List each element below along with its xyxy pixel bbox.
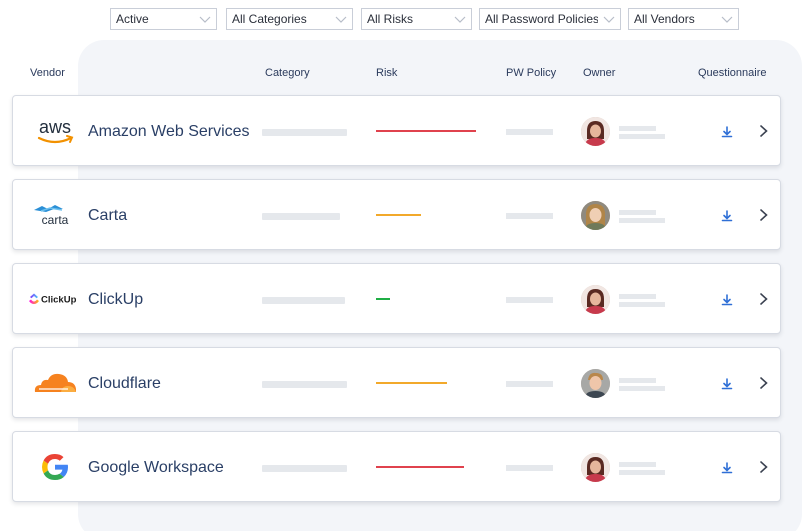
chevron-down-icon [716, 9, 738, 29]
pw-policy-placeholder [506, 465, 553, 471]
owner-detail-placeholder [619, 134, 665, 139]
vendors-filter[interactable]: All Vendors [628, 8, 739, 30]
owner-detail-placeholder [619, 470, 665, 475]
vendor-name[interactable]: Carta [88, 180, 127, 251]
owner-name-placeholder [619, 462, 656, 467]
vendor-name[interactable]: Cloudflare [88, 348, 161, 419]
aws-logo-text: aws [39, 117, 71, 137]
vendor-name[interactable]: ClickUp [88, 264, 143, 335]
category-filter-label: All Categories [232, 12, 307, 26]
owner-detail-placeholder [619, 386, 665, 391]
vendor-row-carta[interactable]: carta Carta [12, 179, 781, 250]
cloudflare-logo [23, 360, 87, 406]
category-placeholder [262, 381, 347, 388]
chevron-down-icon [449, 9, 471, 29]
column-header-vendor[interactable]: Vendor [30, 67, 65, 79]
google-logo [23, 444, 87, 490]
risk-indicator [376, 214, 421, 216]
chevron-down-icon [330, 9, 352, 29]
owner-detail-placeholder [619, 218, 665, 223]
risk-indicator [376, 382, 447, 384]
column-header-risk[interactable]: Risk [376, 67, 397, 79]
vendor-name[interactable]: Google Workspace [88, 432, 224, 503]
owner-detail-placeholder [619, 302, 665, 307]
owner-name-placeholder [619, 378, 656, 383]
pw-policy-placeholder [506, 297, 553, 303]
chevron-right-icon[interactable] [757, 374, 771, 392]
category-placeholder [262, 297, 345, 304]
pw-policy-placeholder [506, 381, 553, 387]
download-icon[interactable] [719, 124, 735, 140]
risk-indicator [376, 298, 390, 300]
vendor-row-cloudflare[interactable]: Cloudflare [12, 347, 781, 418]
clickup-logo: ClickUp [23, 276, 87, 322]
filter-bar: Active All Categories All Risks All Pass… [0, 8, 802, 30]
pw-policy-placeholder [506, 213, 553, 219]
vendor-row-aws[interactable]: aws Amazon Web Services [12, 95, 781, 166]
download-icon[interactable] [719, 460, 735, 476]
chevron-down-icon [598, 9, 620, 29]
category-placeholder [262, 213, 340, 220]
category-filter[interactable]: All Categories [226, 8, 353, 30]
category-placeholder [262, 465, 347, 472]
clickup-logo-text: ClickUp [41, 295, 77, 306]
chevron-down-icon [194, 9, 216, 29]
pw-policy-placeholder [506, 129, 553, 135]
owner-name-placeholder [619, 126, 656, 131]
download-icon[interactable] [719, 292, 735, 308]
status-filter-label: Active [116, 12, 149, 26]
chevron-right-icon[interactable] [757, 122, 771, 140]
owner-avatar [581, 117, 610, 146]
owner-name-placeholder [619, 294, 656, 299]
carta-logo-text: carta [42, 213, 69, 227]
carta-logo: carta [23, 192, 87, 238]
category-placeholder [262, 129, 347, 136]
password-policy-filter-label: All Password Policies [485, 12, 598, 26]
risk-filter[interactable]: All Risks [361, 8, 472, 30]
password-policy-filter[interactable]: All Password Policies [479, 8, 621, 30]
owner-avatar [581, 201, 610, 230]
risk-indicator [376, 466, 464, 468]
risk-filter-label: All Risks [367, 12, 414, 26]
chevron-right-icon[interactable] [757, 206, 771, 224]
vendor-name[interactable]: Amazon Web Services [88, 96, 250, 167]
aws-logo: aws [23, 108, 87, 154]
download-icon[interactable] [719, 208, 735, 224]
column-header-questionnaire[interactable]: Questionnaire [698, 67, 767, 79]
status-filter[interactable]: Active [110, 8, 217, 30]
owner-name-placeholder [619, 210, 656, 215]
owner-avatar [581, 285, 610, 314]
column-header-category[interactable]: Category [265, 67, 310, 79]
column-header-owner[interactable]: Owner [583, 67, 615, 79]
risk-indicator [376, 130, 476, 132]
owner-avatar [581, 369, 610, 398]
chevron-right-icon[interactable] [757, 458, 771, 476]
column-header-pw-policy[interactable]: PW Policy [506, 67, 556, 79]
vendor-row-google-workspace[interactable]: Google Workspace [12, 431, 781, 502]
download-icon[interactable] [719, 376, 735, 392]
owner-avatar [581, 453, 610, 482]
vendors-filter-label: All Vendors [634, 12, 695, 26]
chevron-right-icon[interactable] [757, 290, 771, 308]
vendor-row-clickup[interactable]: ClickUp ClickUp [12, 263, 781, 334]
